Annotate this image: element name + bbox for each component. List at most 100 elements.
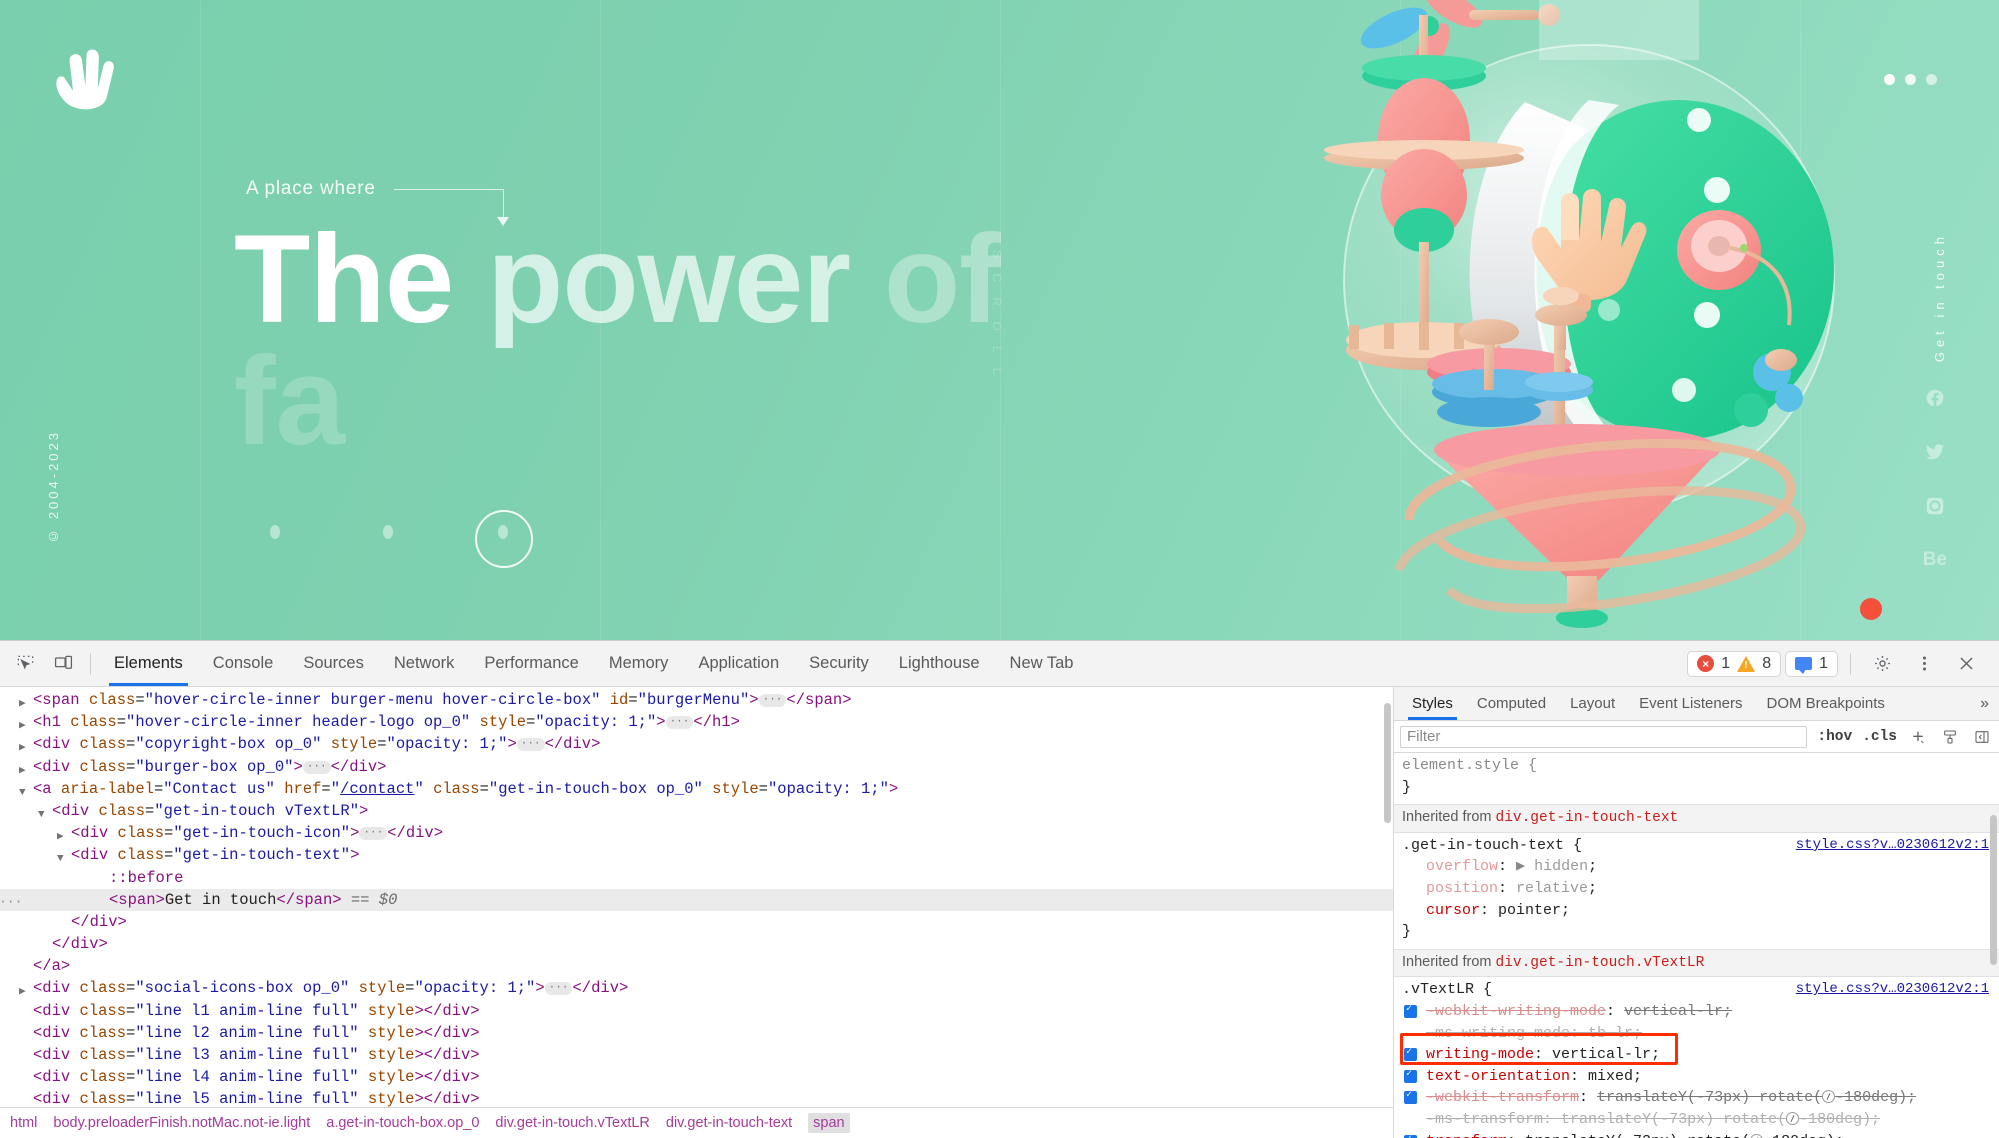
- element-classes-icon[interactable]: [1939, 727, 1961, 747]
- tab-performance[interactable]: Performance: [469, 641, 593, 686]
- breadcrumb-item-body[interactable]: body.preloaderFinish.notMac.not-ie.light: [53, 1115, 310, 1131]
- dom-node[interactable]: ▶<h1 class="hover-circle-inner header-lo…: [0, 711, 1393, 733]
- dom-node[interactable]: ▼<div class="get-in-touch vTextLR">: [0, 800, 1393, 822]
- css-rule[interactable]: style.css?v…0230612v2:1.vTextLR {-webkit…: [1394, 977, 1999, 1138]
- dom-node[interactable]: ▶<div class="burger-box op_0">···</div>: [0, 756, 1393, 778]
- breadcrumb-item-div-vtextlr[interactable]: div.get-in-touch.vTextLR: [495, 1115, 649, 1131]
- css-value[interactable]: relative: [1516, 880, 1588, 897]
- css-rule[interactable]: style.css?v…0230612v2:1.get-in-touch-tex…: [1394, 833, 1999, 949]
- cls-toggle[interactable]: .cls: [1862, 729, 1897, 745]
- dom-node[interactable]: </a>: [0, 955, 1393, 977]
- css-property[interactable]: transform: [1426, 1133, 1507, 1138]
- toggle-computed-sidebar-icon[interactable]: [1971, 727, 1993, 747]
- css-declaration[interactable]: cursor: pointer;: [1402, 900, 1991, 922]
- instagram-icon[interactable]: [1925, 496, 1945, 516]
- close-icon[interactable]: [1947, 645, 1985, 683]
- css-declaration[interactable]: -ms-transform: translateY(-73px) rotate(…: [1402, 1109, 1991, 1131]
- inspect-element-icon[interactable]: [6, 645, 44, 683]
- tab-elements[interactable]: Elements: [99, 641, 198, 686]
- tab-console[interactable]: Console: [198, 641, 289, 686]
- dom-node[interactable]: <div class="line l1 anim-line full" styl…: [0, 1000, 1393, 1022]
- css-property[interactable]: -webkit-writing-mode: [1426, 1003, 1606, 1020]
- styles-scrollbar-thumb[interactable]: [1990, 815, 1997, 965]
- breadcrumb-item-span[interactable]: span: [808, 1113, 849, 1133]
- css-value[interactable]: pointer: [1498, 902, 1561, 919]
- dom-node[interactable]: ···<span>Get in touch</span> == $0: [0, 889, 1393, 911]
- css-value[interactable]: translateY(-73px) rotate(-180deg);: [1597, 1089, 1916, 1106]
- dom-node[interactable]: <div class="line l3 anim-line full" styl…: [0, 1044, 1393, 1066]
- css-declaration[interactable]: overflow: ▶ hidden;: [1402, 856, 1991, 878]
- css-value[interactable]: tb-lr;: [1588, 1025, 1642, 1042]
- css-value[interactable]: mixed;: [1588, 1068, 1642, 1085]
- tab-styles[interactable]: Styles: [1400, 687, 1465, 720]
- dom-node[interactable]: <div class="line l2 anim-line full" styl…: [0, 1022, 1393, 1044]
- dom-node[interactable]: </div>: [0, 933, 1393, 955]
- tab-lighthouse[interactable]: Lighthouse: [884, 641, 995, 686]
- angle-picker-icon[interactable]: [1750, 1134, 1763, 1138]
- scroll-dot[interactable]: [270, 525, 280, 539]
- declaration-checkbox[interactable]: [1404, 1091, 1417, 1104]
- tab-network[interactable]: Network: [379, 641, 470, 686]
- add-style-rule-icon[interactable]: [1907, 727, 1929, 747]
- twitter-icon[interactable]: [1925, 442, 1945, 462]
- hov-toggle[interactable]: :hov: [1817, 729, 1852, 745]
- node-badge[interactable]: ···: [0, 891, 22, 913]
- scroll-dot[interactable]: [383, 525, 393, 539]
- declaration-checkbox[interactable]: [1404, 1135, 1417, 1138]
- css-property[interactable]: -webkit-transform: [1426, 1089, 1579, 1106]
- dom-node[interactable]: ▶<div class="copyright-box op_0" style="…: [0, 733, 1393, 755]
- dom-node[interactable]: ▼<div class="get-in-touch-text">: [0, 844, 1393, 866]
- behance-icon[interactable]: Be: [1923, 550, 1947, 569]
- dom-scrollbar-thumb[interactable]: [1384, 703, 1391, 823]
- dom-node[interactable]: </div>: [0, 911, 1393, 933]
- dom-node[interactable]: ▶<span class="hover-circle-inner burger-…: [0, 689, 1393, 711]
- rule-element-style[interactable]: element.style {}: [1394, 753, 1999, 804]
- angle-picker-icon[interactable]: [1786, 1112, 1799, 1125]
- burger-menu-icon[interactable]: [1884, 74, 1937, 85]
- dom-tree[interactable]: ▶<span class="hover-circle-inner burger-…: [0, 687, 1393, 1107]
- css-value[interactable]: hidden: [1534, 858, 1588, 875]
- css-value[interactable]: vertical-lr;: [1624, 1003, 1732, 1020]
- messages-counter[interactable]: 1: [1785, 651, 1838, 677]
- kebab-menu-icon[interactable]: [1905, 645, 1943, 683]
- dom-node[interactable]: <div class="line l5 anim-line full" styl…: [0, 1088, 1393, 1107]
- hand-logo-icon[interactable]: [46, 48, 118, 120]
- gear-icon[interactable]: [1863, 645, 1901, 683]
- tab-new-tab[interactable]: New Tab: [995, 641, 1089, 686]
- css-property[interactable]: cursor: [1426, 902, 1480, 919]
- breadcrumb-item-html[interactable]: html: [10, 1115, 37, 1131]
- css-property[interactable]: -ms-transform: [1426, 1111, 1543, 1128]
- tab-sources[interactable]: Sources: [288, 641, 379, 686]
- declaration-checkbox[interactable]: [1404, 1070, 1417, 1083]
- css-property[interactable]: text-orientation: [1426, 1068, 1570, 1085]
- css-property[interactable]: -ms-writing-mode: [1426, 1025, 1570, 1042]
- stylesheet-source-link[interactable]: style.css?v…0230612v2:1: [1796, 979, 1989, 1001]
- styles-scrollbar-track[interactable]: [1991, 755, 1998, 1136]
- tab-dom-breakpoints[interactable]: DOM Breakpoints: [1755, 687, 1897, 720]
- declaration-checkbox[interactable]: [1404, 1048, 1417, 1061]
- dom-scrollbar-track[interactable]: [1385, 689, 1392, 1105]
- css-declaration[interactable]: writing-mode: vertical-lr;: [1402, 1044, 1991, 1066]
- tab-security[interactable]: Security: [794, 641, 884, 686]
- css-declaration[interactable]: -webkit-transform: translateY(-73px) rot…: [1402, 1087, 1991, 1109]
- css-declaration[interactable]: -webkit-writing-mode: vertical-lr;: [1402, 1001, 1991, 1023]
- dom-node[interactable]: ::before: [0, 867, 1393, 889]
- device-toolbar-icon[interactable]: [44, 645, 82, 683]
- dom-node[interactable]: ▼<a aria-label="Contact us" href="/conta…: [0, 778, 1393, 800]
- tab-layout[interactable]: Layout: [1558, 687, 1627, 720]
- tab-application[interactable]: Application: [683, 641, 794, 686]
- facebook-icon[interactable]: [1925, 388, 1945, 408]
- css-property[interactable]: overflow: [1426, 858, 1498, 875]
- declaration-checkbox[interactable]: [1404, 1005, 1417, 1018]
- angle-picker-icon[interactable]: [1822, 1090, 1835, 1103]
- css-declaration[interactable]: text-orientation: mixed;: [1402, 1066, 1991, 1088]
- get-in-touch-link[interactable]: Get in touch: [1932, 232, 1947, 362]
- css-property[interactable]: position: [1426, 880, 1498, 897]
- css-value[interactable]: vertical-lr;: [1552, 1046, 1660, 1063]
- issues-counter[interactable]: × 1 8: [1687, 651, 1781, 677]
- breadcrumb-item-div-text[interactable]: div.get-in-touch-text: [666, 1115, 792, 1131]
- styles-filter-input[interactable]: [1400, 726, 1807, 748]
- styles-rules-list[interactable]: element.style {}Inherited from div.get-i…: [1394, 753, 1999, 1138]
- css-value[interactable]: translateY(-73px) rotate(-180deg);: [1525, 1133, 1844, 1138]
- css-declaration[interactable]: position: relative;: [1402, 878, 1991, 900]
